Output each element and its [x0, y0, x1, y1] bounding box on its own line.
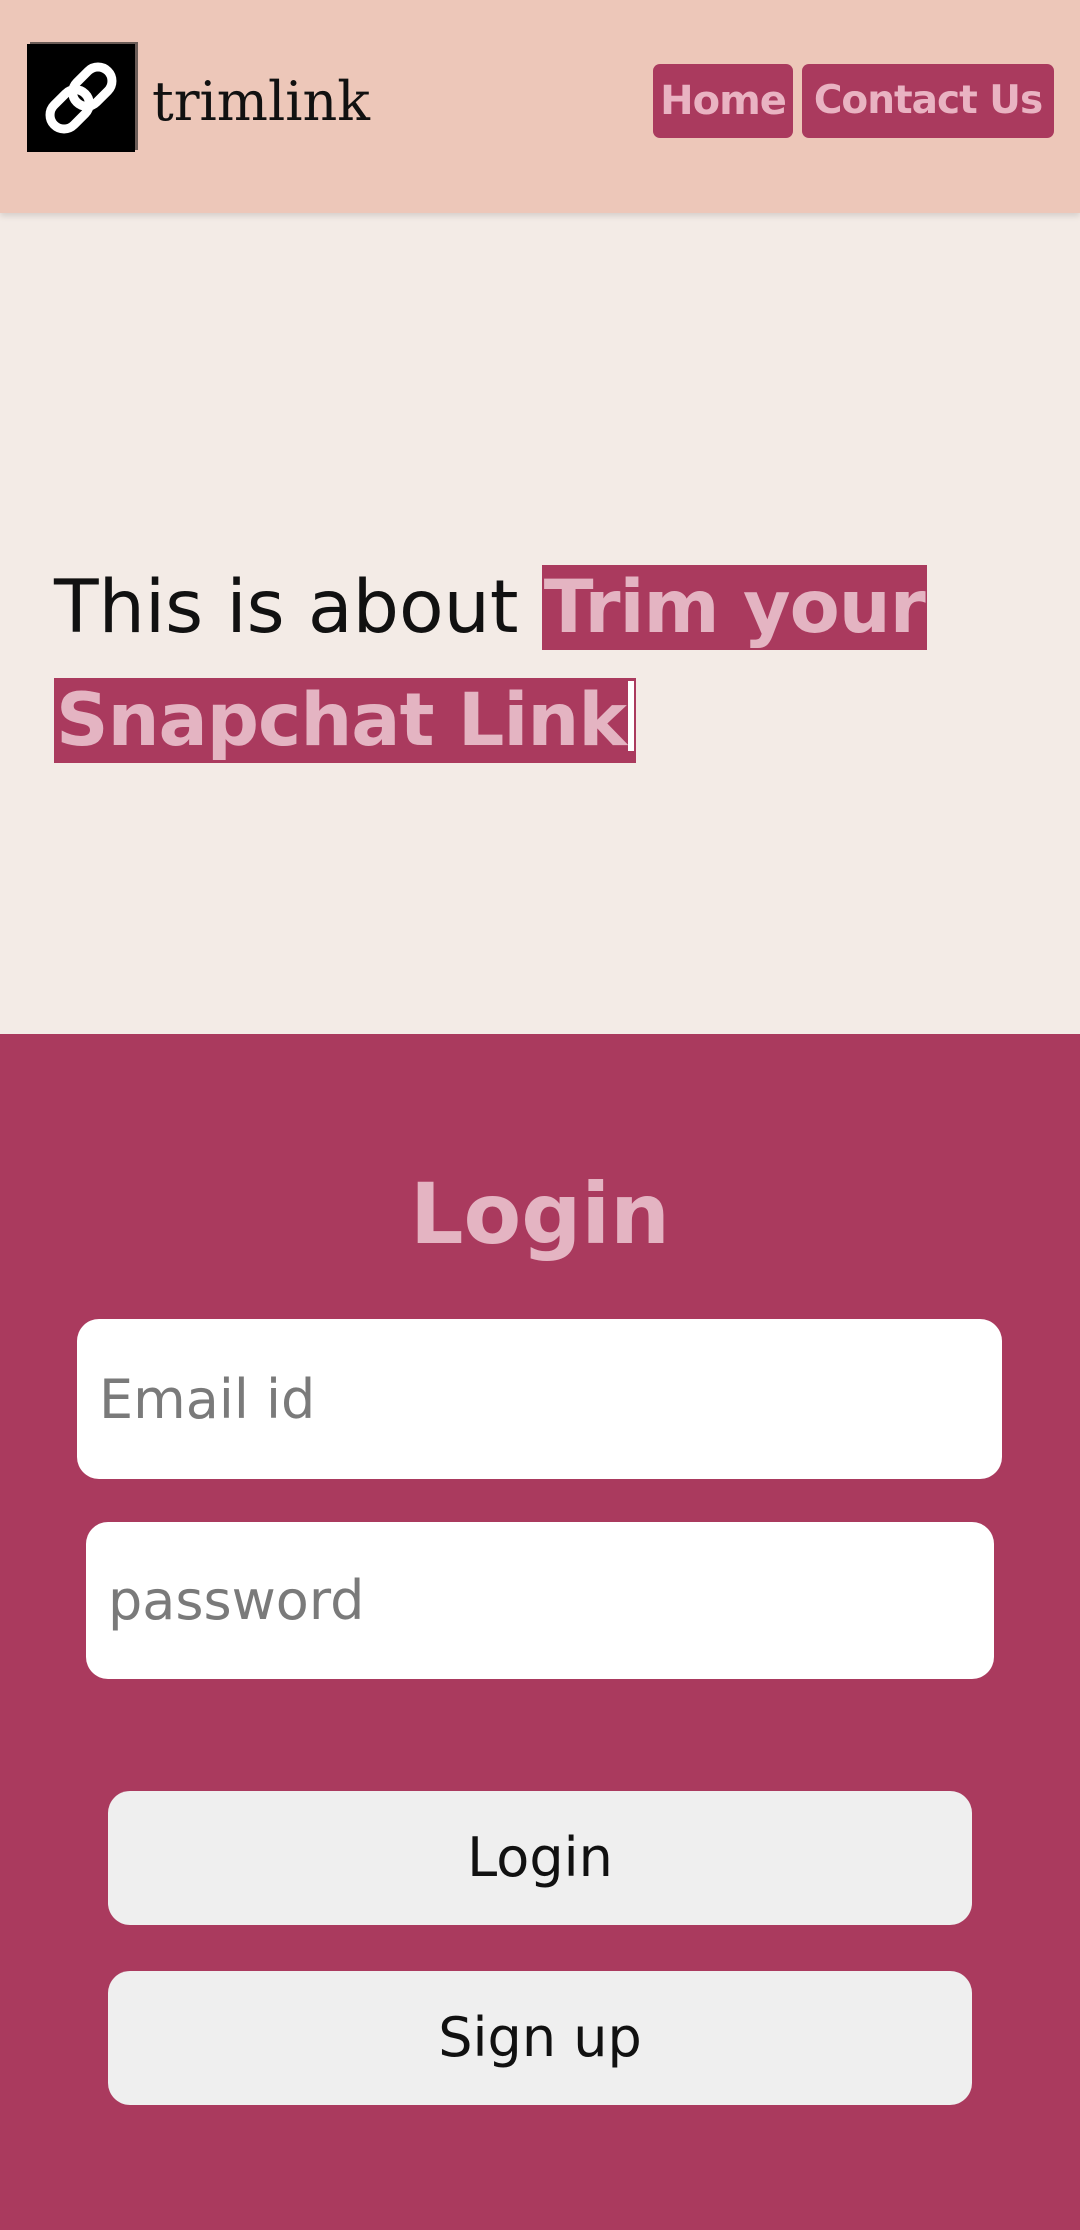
- hero-section: This is about Trim your Snapchat Link: [0, 213, 1080, 1034]
- top-navbar: trimlink Home Contact Us: [0, 0, 1080, 213]
- email-input[interactable]: [77, 1319, 1002, 1479]
- login-title: Login: [410, 1165, 670, 1263]
- nav-home-button[interactable]: Home: [653, 64, 793, 138]
- brand-name: trimlink: [152, 70, 371, 133]
- link-icon: [45, 62, 117, 134]
- hero-heading: This is about Trim your Snapchat Link: [54, 551, 1054, 777]
- password-input[interactable]: [86, 1522, 994, 1679]
- login-button[interactable]: Login: [108, 1791, 972, 1925]
- login-section: Login Login Sign up: [0, 1034, 1080, 2230]
- signup-button[interactable]: Sign up: [108, 1971, 972, 2105]
- typing-cursor: [627, 681, 634, 751]
- nav-contact-button[interactable]: Contact Us: [802, 64, 1054, 138]
- hero-lead-text: This is about: [54, 565, 542, 650]
- logo[interactable]: [27, 44, 135, 152]
